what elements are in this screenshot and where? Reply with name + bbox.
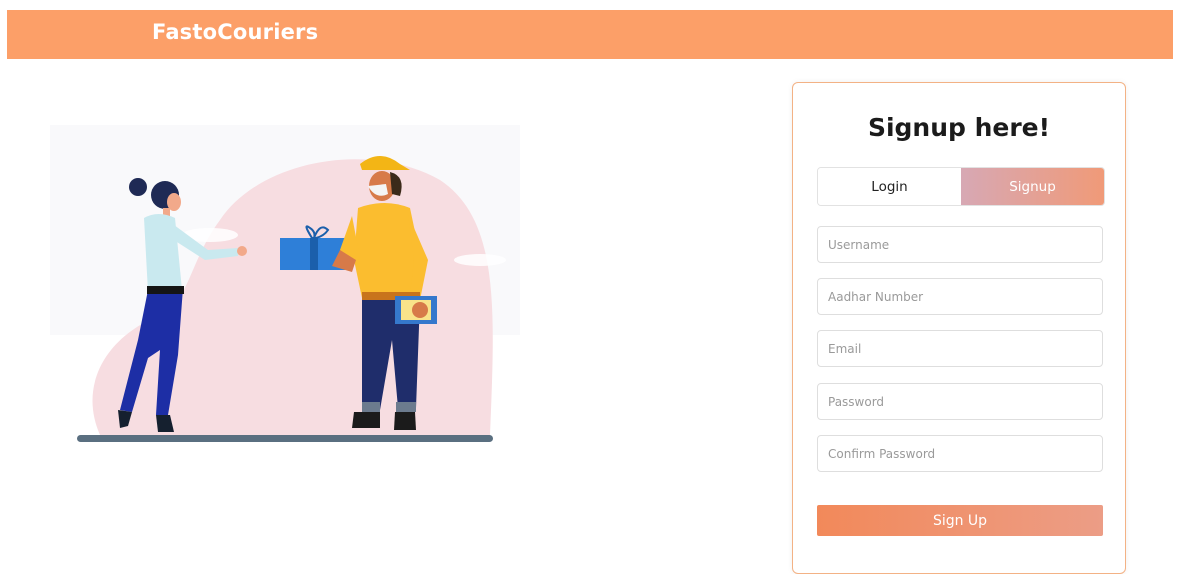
courier-delivery-illustration	[50, 125, 520, 442]
aadhar-number-input[interactable]	[817, 278, 1103, 315]
auth-tabs: Login Signup	[817, 167, 1105, 206]
sign-up-button[interactable]: Sign Up	[817, 505, 1103, 536]
signup-heading: Signup here!	[867, 113, 1051, 142]
confirm-password-input[interactable]	[817, 435, 1103, 472]
password-input[interactable]	[817, 383, 1103, 420]
username-input[interactable]	[817, 226, 1103, 263]
brand-logo-text[interactable]: FastoCouriers	[152, 20, 318, 44]
tab-signup[interactable]: Signup	[961, 168, 1104, 205]
tab-login[interactable]: Login	[818, 168, 961, 205]
top-navbar: FastoCouriers	[7, 10, 1173, 59]
email-input[interactable]	[817, 330, 1103, 367]
signup-card: Signup here! Login Signup Sign Up	[792, 82, 1126, 574]
